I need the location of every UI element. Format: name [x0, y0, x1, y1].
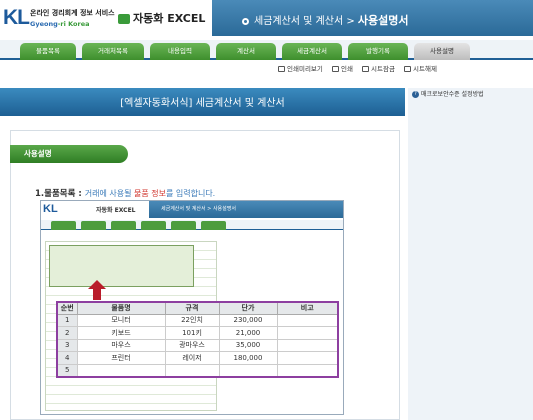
- tab-issue-history[interactable]: 발행기록: [348, 43, 408, 60]
- screenshot-tab: [141, 221, 166, 230]
- screenshot-tab: [51, 221, 76, 230]
- screenshot-product: 자동화 EXCEL: [96, 207, 136, 214]
- preview-icon: [278, 66, 285, 72]
- bullet-icon: [242, 17, 249, 25]
- table-header-row: 순번 물품명 규격 단가 비고: [56, 301, 339, 315]
- page-title: 사용설명서: [357, 14, 409, 27]
- org-name: 온라인 경리회계 정보 서비스: [30, 9, 115, 17]
- sheet-unlock-button[interactable]: 시트해제: [404, 63, 437, 73]
- macro-security-link[interactable]: ? 매크로보안수준 설정방법: [412, 89, 484, 98]
- excel-icon: [118, 14, 130, 24]
- banner-title: [엑셀자동화서식] 세금계산서 및 계산서: [120, 98, 285, 109]
- print-button[interactable]: 인쇄: [332, 63, 353, 73]
- screenshot-tab: [81, 221, 106, 230]
- tab-invoice[interactable]: 계산서: [216, 43, 276, 60]
- page-title-bar: 세금계산서 및 계산서 > 사용설명서: [212, 0, 533, 36]
- screenshot-nav: [41, 220, 343, 230]
- screenshot-path: 세금계산서 및 계산서 > 사용설명서: [149, 201, 343, 218]
- screenshot-mini-table: [49, 245, 194, 287]
- main-nav: 물품목록 거래처목록 내용입력 계산서 세금계산서 발행기록 사용설명: [0, 40, 533, 60]
- col-header: 비고: [276, 301, 339, 315]
- table-row: 2 키보드 101키 21,000: [56, 326, 339, 340]
- step-1-text: 1.물품목록 : 거래에 사용될 물품 정보를 입력합니다.: [35, 189, 216, 199]
- tab-tax-invoice[interactable]: 세금계산서: [282, 43, 342, 60]
- product-badge: 자동화 EXCEL: [118, 10, 205, 26]
- tab-item-list[interactable]: 물품목록: [20, 43, 76, 60]
- screenshot-logo: KL: [43, 203, 58, 215]
- table-row: 4 프린터 레이저 180,000: [56, 351, 339, 365]
- screenshot-tab: [201, 221, 226, 230]
- section-title: 사용설명: [10, 145, 128, 163]
- print-preview-button[interactable]: 인쇄미리보기: [278, 63, 323, 73]
- col-header: 순번: [56, 301, 78, 315]
- table-row: 5: [56, 363, 339, 377]
- lock-icon: [362, 66, 369, 72]
- screenshot-tab: [171, 221, 196, 230]
- tab-client-list[interactable]: 거래처목록: [82, 43, 144, 60]
- screenshot-header: KL 자동화 EXCEL 세금계산서 및 계산서 > 사용설명서: [41, 201, 343, 219]
- table-row: 3 마우스 광마우스 35,000: [56, 338, 339, 352]
- col-header: 규격: [164, 301, 220, 315]
- unlock-icon: [404, 66, 411, 72]
- tab-user-guide[interactable]: 사용설명: [414, 43, 470, 60]
- tab-content-input[interactable]: 내용입력: [150, 43, 210, 60]
- printer-icon: [332, 66, 339, 72]
- table-row: 1 모니터 22인치 230,000: [56, 313, 339, 327]
- kl-logo[interactable]: KL: [3, 6, 30, 30]
- col-header: 단가: [218, 301, 278, 315]
- col-header: 물품명: [76, 301, 166, 315]
- sheet-lock-button[interactable]: 시트잠금: [362, 63, 395, 73]
- header: KL 온라인 경리회계 정보 서비스 Gyeong-ri Korea 자동화 E…: [0, 0, 533, 38]
- zoomed-item-table: 순번 물품명 규격 단가 비고 1 모니터 22인치 230,000 2 키보드 101키…: [56, 301, 339, 378]
- screenshot-tab: [111, 221, 136, 230]
- org-subtitle: Gyeong-ri Korea: [30, 20, 90, 28]
- arrow-stem: [93, 288, 101, 300]
- help-icon: ?: [412, 91, 419, 98]
- right-sidebar: [408, 88, 533, 420]
- page-path: 세금계산서 및 계산서: [254, 16, 344, 27]
